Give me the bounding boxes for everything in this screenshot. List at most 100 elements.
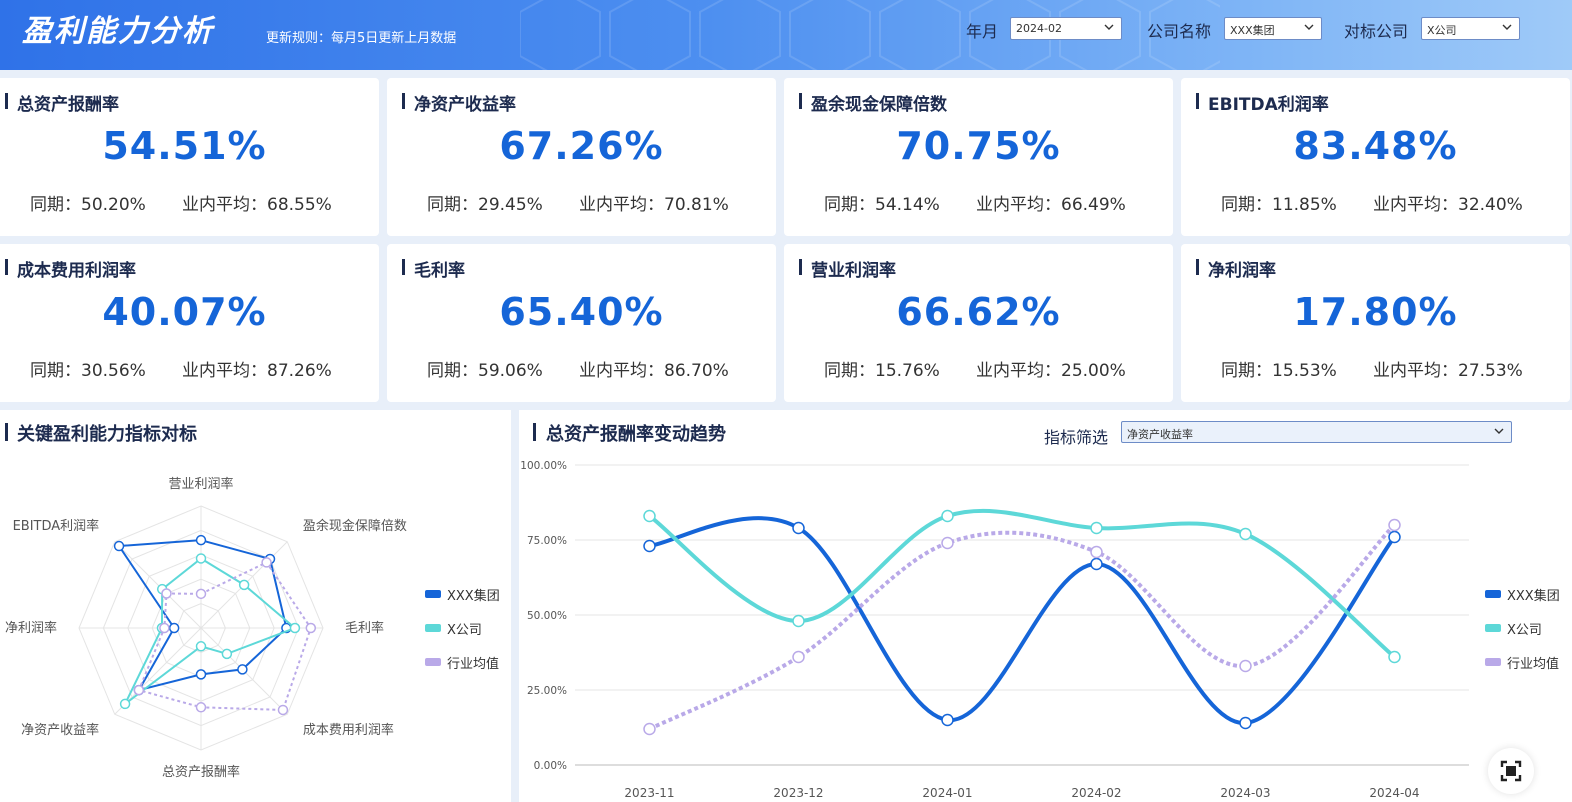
line-point-company	[792, 614, 805, 628]
kpi-card: 净利润率 17.80% 同期：15.53% 业内平均：27.53%	[1181, 244, 1570, 402]
radar-point-group	[113, 540, 125, 552]
kpi-industry-avg: 业内平均：68.55%	[182, 195, 332, 215]
kpi-card: 盈余现金保障倍数 70.75% 同期：54.14% 业内平均：66.49%	[784, 78, 1173, 236]
radar-point-company	[238, 579, 250, 591]
line-point-company	[643, 509, 656, 523]
radar-indicator-label: 毛利率	[345, 620, 384, 636]
kpi-industry-avg: 业内平均：86.70%	[579, 361, 729, 381]
kpi-value: 70.75%	[896, 124, 1061, 168]
company-name-select[interactable]: XXX集团	[1224, 17, 1322, 40]
radar-point-industry	[195, 702, 207, 713]
line-point-group	[1239, 716, 1252, 730]
y-tick-label: 25.00%	[527, 685, 567, 697]
radar-point-company	[289, 622, 301, 634]
chevron-down-icon	[1304, 24, 1314, 30]
radar-point-company	[119, 698, 131, 710]
kpi-yoy: 同期：54.14%	[824, 195, 940, 215]
kpi-industry-avg: 业内平均：27.53%	[1373, 361, 1523, 381]
line-series-group	[649, 516, 1397, 726]
legend-label-group[interactable]: XXX集团	[447, 585, 500, 604]
fullscreen-icon	[1500, 760, 1522, 782]
year-month-select[interactable]: 2024-02	[1010, 17, 1122, 40]
kpi-value: 83.48%	[1293, 124, 1458, 168]
kpi-card: 成本费用利润率 40.07% 同期：30.56% 业内平均：87.26%	[0, 244, 379, 402]
radar-point-industry	[261, 557, 272, 568]
radar-indicator-label: 成本费用利润率	[303, 722, 394, 738]
title-accent-bar	[402, 93, 405, 109]
fullscreen-button[interactable]	[1488, 748, 1534, 794]
radar-point-industry	[159, 622, 170, 634]
kpi-card: 毛利率 65.40% 同期：59.06% 业内平均：86.70%	[387, 244, 776, 402]
y-tick-label: 50.00%	[527, 610, 567, 622]
benchmark-company-value: X公司	[1427, 24, 1457, 37]
radar-point-company	[221, 648, 233, 660]
kpi-title: 盈余现金保障倍数	[811, 95, 947, 115]
year-month-value: 2024-02	[1016, 22, 1062, 35]
radar-point-industry	[277, 704, 289, 716]
title-accent-bar	[402, 259, 405, 275]
line-point-group	[643, 539, 656, 553]
legend-swatch-group	[1485, 590, 1501, 598]
benchmark-company-label: 对标公司	[1344, 22, 1409, 41]
kpi-industry-avg: 业内平均：70.81%	[579, 195, 729, 215]
title-accent-bar	[5, 259, 8, 275]
kpi-yoy: 同期：11.85%	[1221, 195, 1337, 215]
radar-point-group	[195, 534, 207, 546]
y-tick-label: 0.00%	[534, 760, 567, 772]
title-accent-bar	[1196, 259, 1199, 275]
y-tick-label: 75.00%	[527, 535, 567, 547]
line-point-group	[1388, 530, 1401, 544]
kpi-value: 65.40%	[499, 290, 664, 334]
kpi-card: 营业利润率 66.62% 同期：15.76% 业内平均：25.00%	[784, 244, 1173, 402]
company-name-label: 公司名称	[1147, 22, 1212, 41]
radar-point-company	[195, 641, 207, 652]
title-accent-bar	[1196, 93, 1199, 109]
kpi-industry-avg: 业内平均：32.40%	[1373, 195, 1523, 215]
line-point-industry	[1388, 518, 1401, 532]
kpi-value: 17.80%	[1293, 290, 1458, 334]
benchmark-company-select[interactable]: X公司	[1421, 17, 1520, 40]
kpi-card: 总资产报酬率 54.51% 同期：50.20% 业内平均：68.55%	[0, 78, 379, 236]
legend-swatch-company	[425, 624, 441, 632]
kpi-industry-avg: 业内平均：25.00%	[976, 361, 1126, 381]
kpi-card: 净资产收益率 67.26% 同期：29.45% 业内平均：70.81%	[387, 78, 776, 236]
chevron-down-icon	[1502, 24, 1512, 30]
legend-swatch-industry	[425, 658, 441, 666]
legend-label-company[interactable]: X公司	[447, 619, 482, 638]
legend-label-company[interactable]: X公司	[1507, 619, 1542, 638]
kpi-yoy: 同期：15.76%	[824, 361, 940, 381]
kpi-title: 净资产收益率	[414, 95, 516, 115]
kpi-title: 总资产报酬率	[17, 95, 119, 115]
legend-label-group[interactable]: XXX集团	[1507, 585, 1560, 604]
radar-indicator-label: 总资产报酬率	[162, 764, 240, 780]
company-name-value: XXX集团	[1230, 24, 1275, 37]
radar-point-group	[195, 669, 207, 680]
kpi-title: 营业利润率	[811, 261, 896, 281]
legend-label-industry[interactable]: 行业均值	[1507, 653, 1559, 672]
radar-point-industry	[195, 588, 207, 600]
kpi-yoy: 同期：15.53%	[1221, 361, 1337, 381]
radar-indicator-label: EBITDA利润率	[13, 518, 100, 534]
kpi-card: EBITDA利润率 83.48% 同期：11.85% 业内平均：32.40%	[1181, 78, 1570, 236]
legend-label-industry[interactable]: 行业均值	[447, 653, 499, 672]
radar-point-company	[195, 553, 207, 564]
x-tick-label: 2024-04	[1369, 786, 1419, 800]
kpi-industry-avg: 业内平均：87.26%	[182, 361, 332, 381]
year-month-label: 年月	[966, 22, 999, 41]
radar-indicator-label: 净利润率	[5, 620, 57, 636]
line-point-company	[1388, 650, 1401, 664]
x-tick-label: 2024-01	[922, 786, 972, 800]
header: 盈利能力分析 更新规则：每月5日更新上月数据 年月 2024-02 公司名称 X…	[0, 0, 1572, 70]
kpi-value: 66.62%	[896, 290, 1061, 334]
radar-point-industry	[305, 622, 317, 634]
kpi-title: 净利润率	[1208, 261, 1276, 281]
line-point-industry	[1239, 659, 1252, 673]
kpi-value: 40.07%	[102, 290, 267, 334]
kpi-yoy: 同期：59.06%	[427, 361, 543, 381]
radar-indicator-label: 盈余现金保障倍数	[303, 518, 407, 534]
radar-indicator-label: 营业利润率	[168, 476, 233, 492]
line-point-group	[941, 713, 954, 727]
kpi-value: 54.51%	[102, 124, 267, 168]
kpi-yoy: 同期：30.56%	[30, 361, 146, 381]
radar-indicator-label: 净资产收益率	[21, 722, 99, 738]
